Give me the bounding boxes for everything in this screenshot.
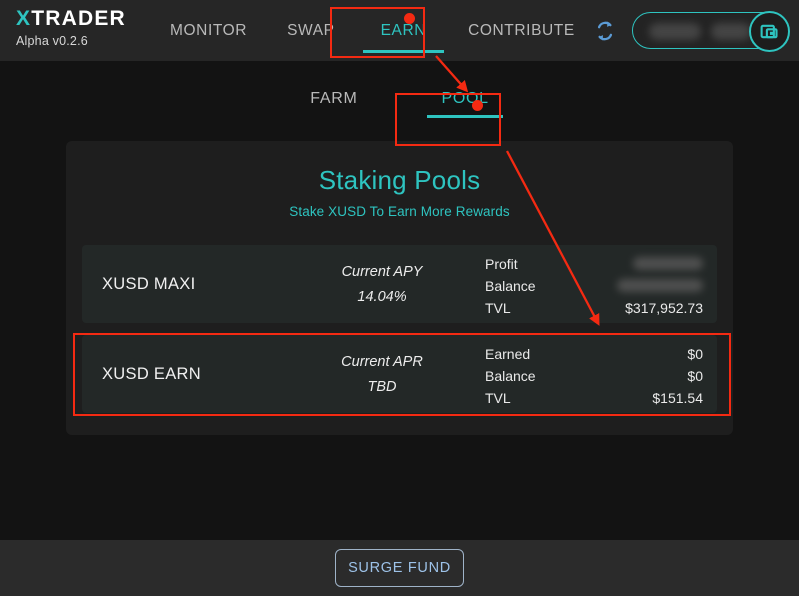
app-root: XTRADER Alpha v0.2.6 MONITOR SWAP EARN C… <box>0 0 799 596</box>
stat-label-earned: Earned <box>485 346 531 362</box>
nav-item-earn[interactable]: EARN <box>355 0 452 61</box>
nav-item-monitor[interactable]: MONITOR <box>150 0 267 61</box>
brand-version: Alpha v0.2.6 <box>16 34 88 49</box>
stat-label-profit: Profit <box>485 256 518 272</box>
pool-rate: Current APY 14.04% <box>282 264 482 305</box>
stat-label-tvl: TVL <box>485 390 511 406</box>
stat-row: TVL $151.54 <box>485 388 703 408</box>
brand-logo-rest: TRADER <box>31 7 126 30</box>
stat-value-tvl: $317,952.73 <box>625 300 703 316</box>
wallet-icon[interactable] <box>749 11 790 52</box>
redaction-blur <box>617 279 703 292</box>
brand: XTRADER Alpha v0.2.6 <box>16 7 151 49</box>
surge-fund-button[interactable]: SURGE FUND <box>335 549 464 587</box>
wallet-button[interactable] <box>632 11 790 52</box>
page-title: Staking Pools <box>318 165 481 195</box>
nav-item-monitor-label: MONITOR <box>170 21 248 39</box>
stat-value-tvl: $151.54 <box>652 390 703 406</box>
stat-row: Balance $0 <box>485 366 703 386</box>
brand-logo: XTRADER <box>16 7 151 30</box>
stat-label-balance: Balance <box>485 278 536 294</box>
stat-value-balance: $0 <box>687 368 703 384</box>
stat-row: TVL $317,952.73 <box>485 298 703 318</box>
stat-row: Profit <box>485 254 703 274</box>
pool-stats: Earned $0 Balance $0 TVL $151.54 <box>485 344 703 410</box>
stat-label-balance: Balance <box>485 368 536 384</box>
brand-logo-x: X <box>16 7 32 30</box>
pool-rate-label: Current APR <box>341 353 423 370</box>
wallet-address-blur-1 <box>649 23 701 40</box>
stat-value-profit-redacted <box>615 257 703 271</box>
nav-item-contribute-label: CONTRIBUTE <box>468 21 575 39</box>
staking-panel: Staking Pools Stake XUSD To Earn More Re… <box>66 141 733 435</box>
nav-item-earn-label: EARN <box>380 21 427 39</box>
pool-rate-label: Current APY <box>341 263 423 280</box>
pool-name: XUSD MAXI <box>102 274 196 293</box>
nav-item-swap-label: SWAP <box>287 21 335 39</box>
pool-name: XUSD EARN <box>102 364 201 383</box>
app-header: XTRADER Alpha v0.2.6 MONITOR SWAP EARN C… <box>0 0 799 61</box>
nav-item-swap[interactable]: SWAP <box>267 0 354 61</box>
stat-row: Earned $0 <box>485 344 703 364</box>
pool-rate: Current APR TBD <box>282 354 482 395</box>
stat-row: Balance <box>485 276 703 296</box>
stat-label-tvl: TVL <box>485 300 511 316</box>
wallet-address-blur-2 <box>711 23 751 40</box>
tab-farm-label: FARM <box>310 90 358 107</box>
nav-item-contribute[interactable]: CONTRIBUTE <box>452 0 591 61</box>
pool-card-xusd-maxi[interactable]: XUSD MAXI Current APY 14.04% Profit Bala… <box>82 245 717 323</box>
pool-rate-value: 14.04% <box>357 288 407 305</box>
pool-stats: Profit Balance TVL $317,952.73 <box>485 254 703 320</box>
stat-value-earned: $0 <box>687 346 703 362</box>
header-right-cluster <box>592 0 790 61</box>
wallet-address-redacted <box>649 23 754 40</box>
app-footer: SURGE FUND <box>0 540 799 596</box>
tab-active-underline <box>427 115 503 118</box>
wallet-glyph-icon <box>760 24 778 39</box>
refresh-icon[interactable] <box>592 18 618 44</box>
stat-value-balance-redacted <box>615 279 703 293</box>
pool-card-xusd-earn[interactable]: XUSD EARN Current APR TBD Earned $0 Bala… <box>82 335 717 413</box>
pool-rate-value: TBD <box>367 378 397 395</box>
nav-active-underline <box>362 50 445 53</box>
tab-farm[interactable]: FARM <box>286 78 381 124</box>
tab-pool-label: POOL <box>441 90 489 107</box>
main-nav: MONITOR SWAP EARN CONTRIBUTE <box>150 0 591 61</box>
sub-tab-bar: FARM POOL <box>0 61 799 141</box>
redaction-blur <box>633 257 703 270</box>
page-subtitle: Stake XUSD To Earn More Rewards <box>289 204 510 219</box>
tab-pool[interactable]: POOL <box>417 78 512 124</box>
